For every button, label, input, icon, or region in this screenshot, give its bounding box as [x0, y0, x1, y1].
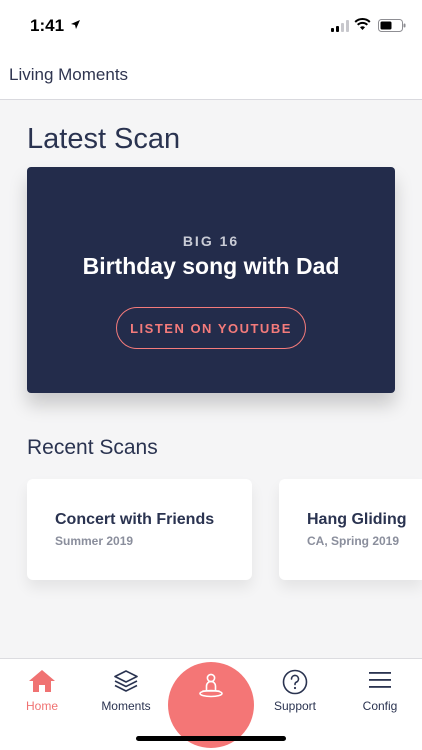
tab-config[interactable]: Config: [338, 659, 422, 719]
recent-scan-subtitle: CA, Spring 2019: [307, 534, 400, 548]
listen-on-youtube-button[interactable]: LISTEN ON YOUTUBE: [116, 307, 306, 349]
app-header: Living Moments: [0, 52, 422, 100]
tab-config-label: Config: [362, 699, 398, 713]
tab-support[interactable]: Support: [253, 659, 337, 719]
wifi-icon: [354, 18, 371, 30]
status-time: 1:41: [30, 16, 65, 35]
help-circle-icon: [282, 669, 308, 695]
latest-scan-title: Birthday song with Dad: [82, 253, 340, 279]
home-icon: [29, 670, 55, 692]
recent-scan-title: Hang Gliding: [307, 511, 407, 528]
tab-home-label: Home: [25, 699, 58, 713]
recent-scan-subtitle: Summer 2019: [55, 534, 134, 548]
recent-scan-card[interactable]: Concert with Friends Summer 2019: [27, 479, 252, 580]
recent-scan-card[interactable]: Hang Gliding CA, Spring 2019: [279, 479, 422, 580]
tab-moments[interactable]: Moments: [84, 659, 168, 719]
menu-icon: [369, 672, 391, 688]
battery-icon: [378, 19, 406, 32]
recent-scan-title: Concert with Friends: [55, 511, 215, 528]
tab-moments-label: Moments: [101, 699, 151, 713]
layers-icon: [114, 670, 138, 692]
latest-scan-heading: Latest Scan: [27, 123, 181, 155]
tab-home[interactable]: Home: [0, 659, 84, 719]
app-title: Living Moments: [9, 65, 129, 84]
latest-scan-card[interactable]: BIG 16 Birthday song with Dad LISTEN ON …: [27, 167, 395, 393]
scan-person-icon: [199, 673, 223, 698]
tab-support-label: Support: [273, 699, 317, 713]
cellular-signal-icon: [331, 20, 349, 32]
status-bar: 1:41: [0, 0, 422, 52]
recent-scans-heading: Recent Scans: [27, 436, 158, 459]
location-arrow-icon: [71, 20, 80, 29]
latest-scan-kicker: BIG 16: [182, 233, 240, 249]
home-indicator[interactable]: [136, 736, 286, 741]
